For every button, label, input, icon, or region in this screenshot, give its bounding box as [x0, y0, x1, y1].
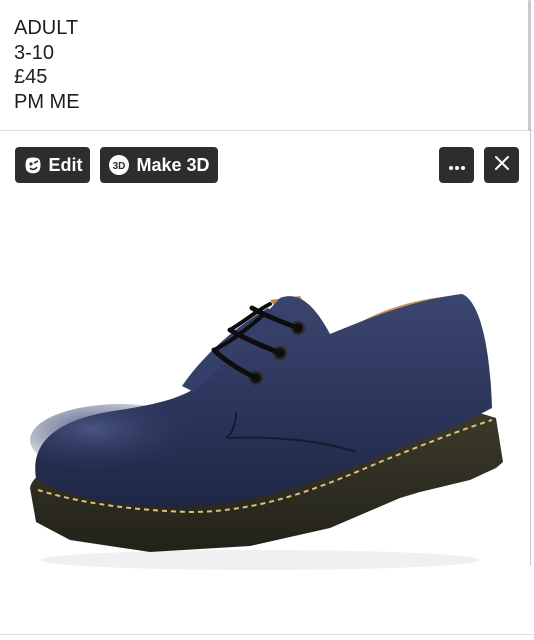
cube-3d-icon: 3D — [108, 154, 130, 176]
edit-button[interactable]: Edit — [15, 147, 90, 183]
more-options-button[interactable] — [439, 147, 474, 183]
shoe-photo — [30, 294, 503, 570]
post-line-2: 3-10 — [14, 41, 55, 64]
photo-viewer — [0, 131, 530, 631]
make-3d-label: Make 3D — [136, 154, 210, 175]
post-line-3: £45 — [14, 66, 48, 88]
3d-badge-text: 3D — [113, 161, 126, 172]
post-line-1: ADULT — [14, 17, 79, 39]
more-dots-icon — [448, 155, 466, 176]
post-text: ADULT 3-10 £45 PM ME — [14, 16, 80, 114]
edit-label: Edit — [48, 154, 83, 175]
close-icon — [494, 155, 510, 176]
post-line-4: PM ME — [14, 90, 80, 113]
make-3d-button[interactable]: 3D Make 3D — [100, 147, 218, 183]
bottom-divider — [0, 634, 534, 635]
edit-face-icon — [23, 155, 43, 175]
close-button[interactable] — [484, 147, 519, 183]
